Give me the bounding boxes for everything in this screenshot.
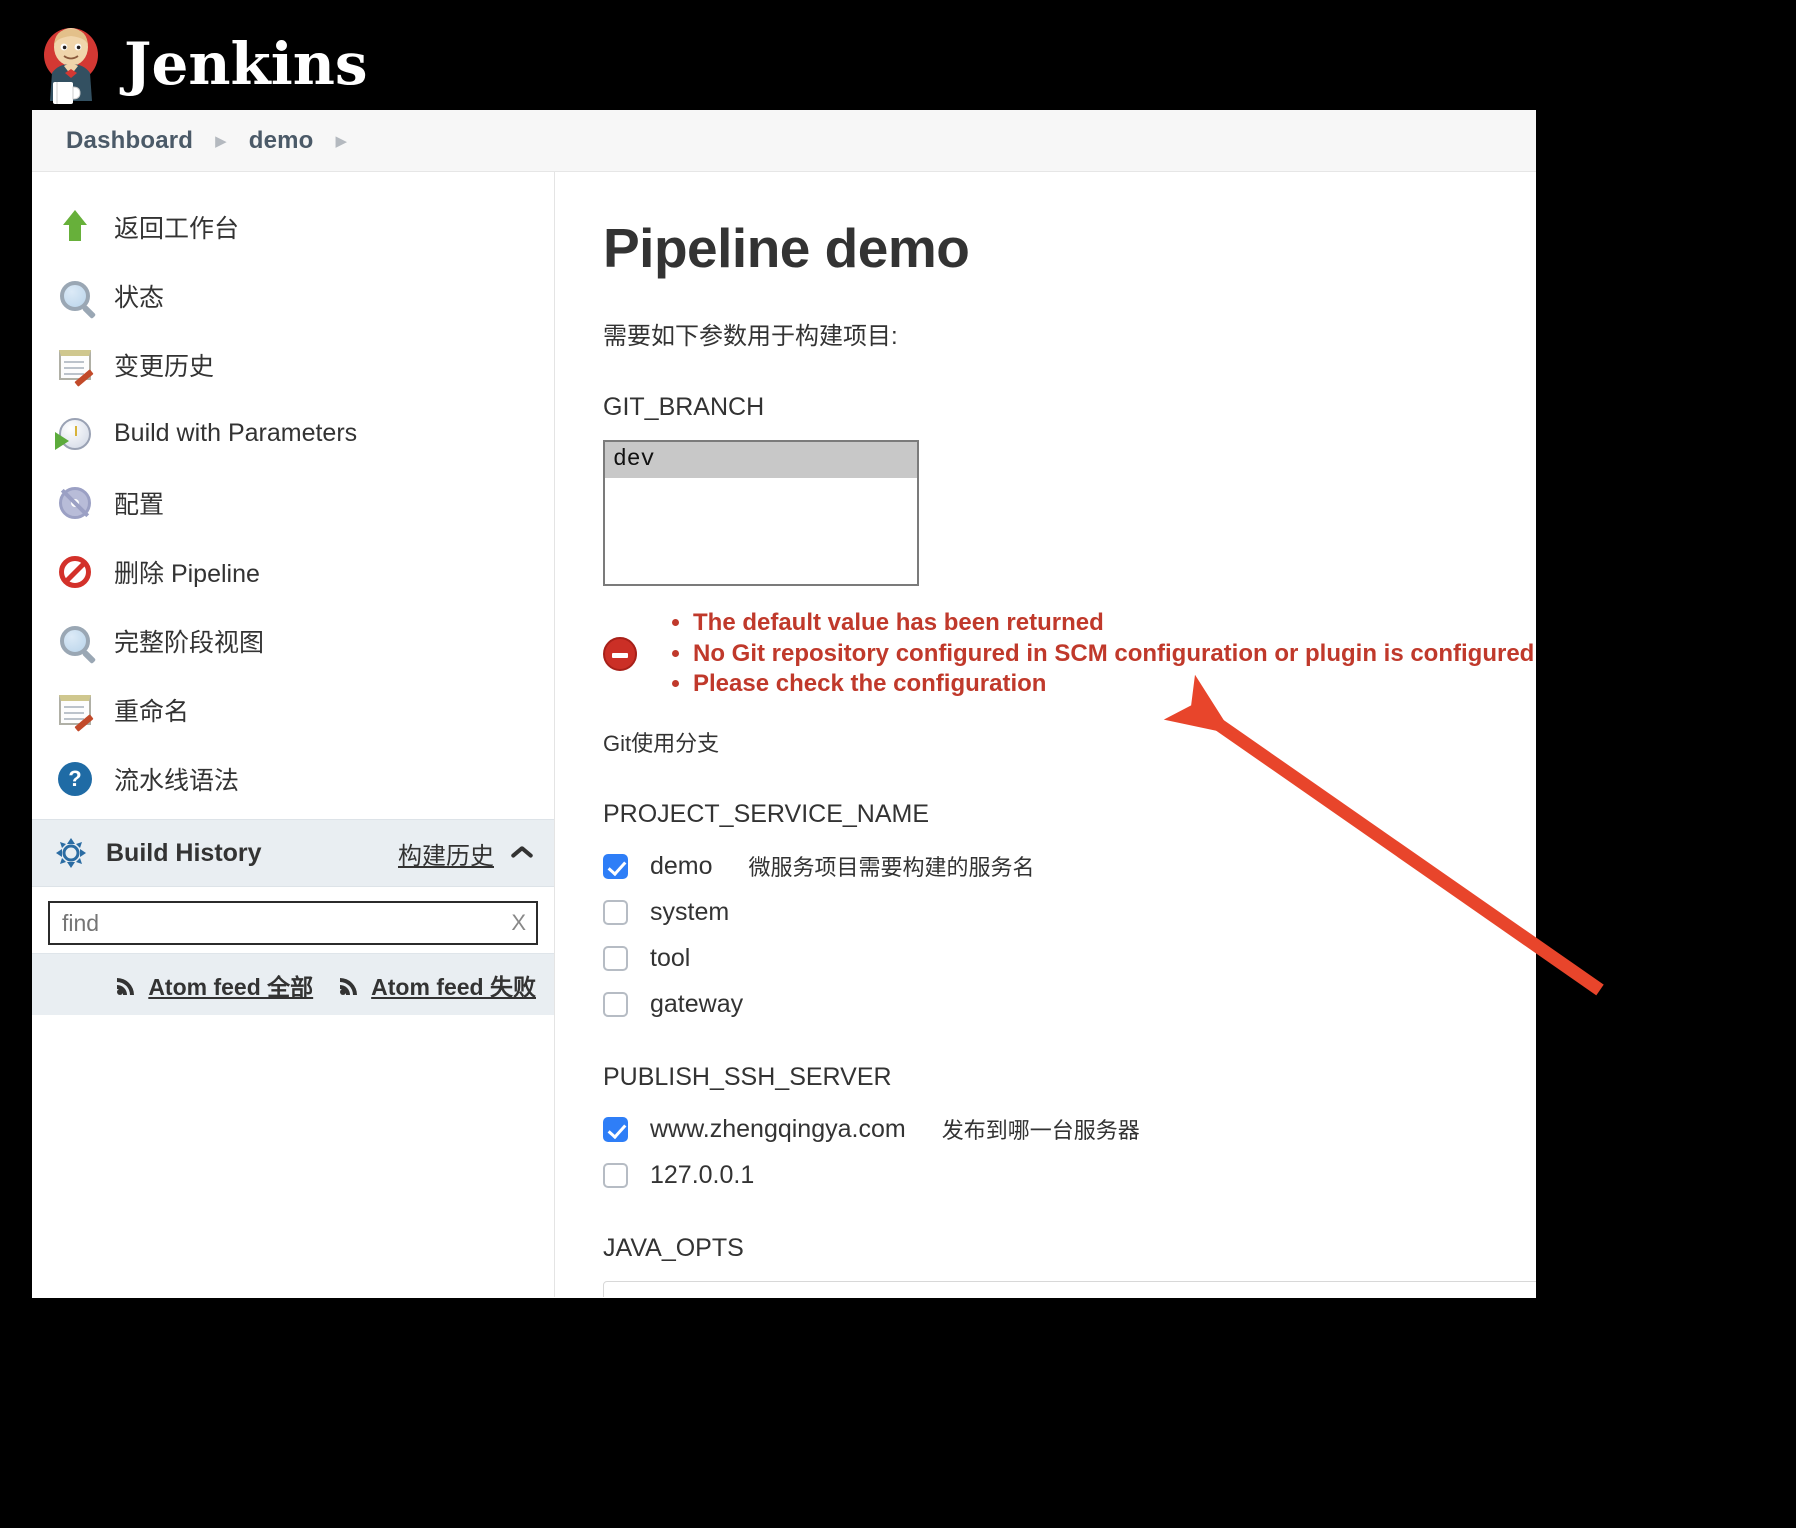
rss-icon bbox=[339, 974, 361, 996]
chevron-right-icon: ▶ bbox=[335, 132, 348, 150]
sidebar: 返回工作台 状态 变更历史 Build with Parameters 配置 删… bbox=[32, 172, 555, 1297]
sidebar-item-delete-pipeline[interactable]: 删除 Pipeline bbox=[32, 537, 554, 606]
checkbox-label: demo bbox=[650, 851, 713, 880]
sidebar-item-label: 删除 Pipeline bbox=[114, 559, 260, 588]
build-history-title: Build History bbox=[106, 838, 262, 867]
sidebar-item-rename[interactable]: 重命名 bbox=[32, 675, 554, 744]
atom-feed-all-link[interactable]: Atom feed 全部 bbox=[116, 968, 313, 1002]
notepad-pencil-icon bbox=[52, 342, 98, 388]
main-content: Pipeline demo 需要如下参数用于构建项目: GIT_BRANCH d… bbox=[555, 172, 1536, 1297]
param-label: PROJECT_SERVICE_NAME bbox=[603, 800, 930, 829]
no-entry-icon bbox=[52, 549, 98, 595]
breadcrumb-item-demo[interactable]: demo bbox=[249, 127, 314, 155]
error-message: Please check the configuration bbox=[693, 669, 1536, 700]
find-box[interactable]: X bbox=[48, 901, 538, 945]
checkbox-label: system bbox=[650, 897, 730, 926]
param-description: Git使用分支 bbox=[603, 731, 720, 757]
param-hint: 微服务项目需要构建的服务名 bbox=[748, 855, 1035, 881]
build-history-icon bbox=[54, 836, 88, 870]
intro-text: 需要如下参数用于构建项目: bbox=[603, 323, 898, 350]
build-history-find-wrap: X bbox=[32, 887, 554, 953]
checkbox-row[interactable]: gateway bbox=[603, 985, 1536, 1023]
sidebar-item-label: 变更历史 bbox=[114, 352, 215, 381]
breadcrumb: Dashboard ▶ demo ▶ bbox=[32, 110, 1536, 172]
jenkins-butler-logo[interactable] bbox=[40, 21, 102, 107]
param-label: JAVA_OPTS bbox=[603, 1234, 744, 1263]
sidebar-item-back-to-dashboard[interactable]: 返回工作台 bbox=[32, 192, 554, 261]
checkbox-label: tool bbox=[650, 943, 691, 972]
atom-feed-all-label: Atom feed 全部 bbox=[148, 973, 314, 1000]
sidebar-item-label: 流水线语法 bbox=[114, 766, 240, 795]
checkbox-gateway[interactable] bbox=[603, 991, 628, 1017]
sidebar-item-label: 完整阶段视图 bbox=[114, 628, 265, 657]
checkbox-demo[interactable] bbox=[603, 853, 628, 879]
checkbox-system[interactable] bbox=[603, 899, 628, 925]
java-opts-input[interactable] bbox=[603, 1281, 1536, 1297]
breadcrumb-item-dashboard[interactable]: Dashboard bbox=[66, 127, 193, 155]
param-java-opts: JAVA_OPTS jvm运行参数 开始构建 bbox=[603, 1234, 1536, 1297]
page-title: Pipeline demo bbox=[603, 217, 970, 279]
checkbox-label: 127.0.0.1 bbox=[650, 1160, 755, 1189]
sidebar-item-build-with-parameters[interactable]: Build with Parameters bbox=[32, 399, 554, 468]
param-label: GIT_BRANCH bbox=[603, 393, 765, 421]
checkbox-row[interactable]: tool bbox=[603, 939, 1536, 977]
param-label: PUBLISH_SSH_SERVER bbox=[603, 1063, 892, 1092]
jenkins-header: Jenkins bbox=[0, 0, 1796, 127]
select-option[interactable]: dev bbox=[605, 442, 917, 478]
checkbox-row[interactable]: system bbox=[603, 893, 1536, 931]
git-branch-select[interactable]: dev bbox=[603, 440, 919, 586]
checkbox-tool[interactable] bbox=[603, 945, 628, 971]
clear-icon[interactable]: X bbox=[511, 910, 526, 936]
magnifier-icon bbox=[52, 273, 98, 319]
gear-icon bbox=[52, 480, 98, 526]
error-block: The default value has been returned No G… bbox=[603, 608, 1536, 700]
checkbox-localhost[interactable] bbox=[603, 1162, 628, 1188]
brand-name: Jenkins bbox=[124, 29, 368, 98]
chevron-right-icon: ▶ bbox=[215, 132, 227, 150]
build-history-header[interactable]: Build History 构建历史 bbox=[32, 819, 554, 887]
error-message-list: The default value has been returned No G… bbox=[663, 608, 1536, 700]
rss-icon bbox=[116, 974, 138, 996]
search-input[interactable] bbox=[50, 903, 536, 943]
checkbox-label: www.zhengqingya.com bbox=[650, 1114, 906, 1143]
page-card: Dashboard ▶ demo ▶ 返回工作台 状态 变更历史 Build w… bbox=[32, 110, 1536, 1298]
sidebar-item-pipeline-syntax[interactable]: ? 流水线语法 bbox=[32, 744, 554, 813]
magnifier-icon bbox=[52, 618, 98, 664]
param-publish-ssh-server: PUBLISH_SSH_SERVER www.zhengqingya.com 发… bbox=[603, 1063, 1536, 1194]
sidebar-item-label: 配置 bbox=[114, 490, 165, 519]
sidebar-item-full-stage-view[interactable]: 完整阶段视图 bbox=[32, 606, 554, 675]
sidebar-item-label: 状态 bbox=[114, 283, 165, 312]
clock-play-icon bbox=[52, 411, 98, 457]
error-circle-icon bbox=[603, 637, 637, 672]
sidebar-item-label: 返回工作台 bbox=[114, 214, 240, 243]
sidebar-item-change-history[interactable]: 变更历史 bbox=[32, 330, 554, 399]
notepad-pencil-icon bbox=[52, 687, 98, 733]
param-project-service-name: PROJECT_SERVICE_NAME demo 微服务项目需要构建的服务名 … bbox=[603, 800, 1536, 1023]
error-message: The default value has been returned bbox=[693, 608, 1536, 639]
checkbox-zhengqingya[interactable] bbox=[603, 1116, 628, 1142]
question-help-icon: ? bbox=[52, 756, 98, 802]
up-arrow-icon bbox=[52, 204, 98, 250]
screenshot-root: Jenkins Dashboard ▶ demo ▶ 返回工作台 状态 变更历史… bbox=[0, 0, 1796, 1528]
checkbox-label: gateway bbox=[650, 989, 744, 1018]
sidebar-task-list: 返回工作台 状态 变更历史 Build with Parameters 配置 删… bbox=[32, 172, 554, 819]
checkbox-row[interactable]: demo 微服务项目需要构建的服务名 bbox=[603, 847, 1536, 885]
sidebar-item-label: 重命名 bbox=[114, 697, 190, 726]
param-git-branch: GIT_BRANCH dev The default value has bee… bbox=[603, 393, 1536, 758]
error-message: No Git repository configured in SCM conf… bbox=[693, 639, 1536, 670]
chevron-up-icon[interactable] bbox=[508, 841, 532, 865]
checkbox-row[interactable]: 127.0.0.1 bbox=[603, 1156, 1536, 1194]
atom-feed-bar: Atom feed 全部 Atom feed 失败 bbox=[32, 953, 554, 1015]
atom-feed-failed-link[interactable]: Atom feed 失败 bbox=[339, 968, 536, 1002]
atom-feed-failed-label: Atom feed 失败 bbox=[371, 973, 536, 1000]
sidebar-item-configure[interactable]: 配置 bbox=[32, 468, 554, 537]
sidebar-item-status[interactable]: 状态 bbox=[32, 261, 554, 330]
checkbox-row[interactable]: www.zhengqingya.com 发布到哪一台服务器 bbox=[603, 1110, 1536, 1148]
build-history-link[interactable]: 构建历史 bbox=[398, 836, 494, 871]
param-hint: 发布到哪一台服务器 bbox=[941, 1118, 1140, 1144]
sidebar-item-label: Build with Parameters bbox=[114, 419, 358, 447]
